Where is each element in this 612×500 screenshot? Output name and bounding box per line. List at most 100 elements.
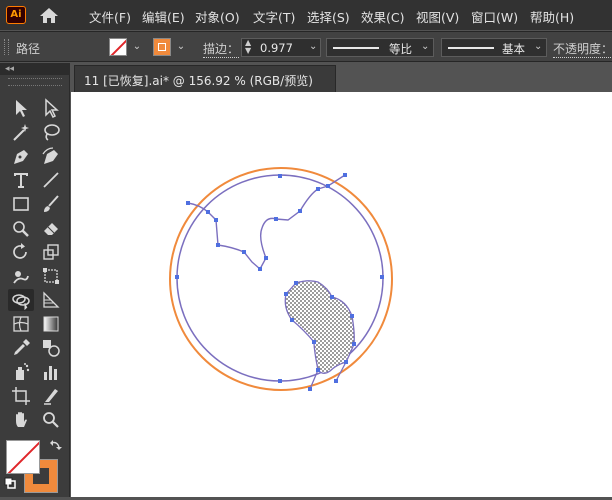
shaper-icon	[13, 221, 29, 237]
artboard-tool[interactable]	[8, 385, 34, 407]
menu-view[interactable]: 视图(V)	[416, 7, 459, 26]
chevron-down-icon: ⌄	[534, 41, 543, 52]
paintbrush-tool[interactable]	[38, 193, 64, 215]
line-segment-tool[interactable]	[38, 169, 64, 191]
slice-tool[interactable]	[38, 385, 64, 407]
hand-tool[interactable]	[8, 409, 34, 431]
tools-panel-collapse[interactable]: ◂◂	[0, 63, 70, 75]
outer-orange-circle[interactable]	[169, 167, 393, 391]
stroke-weight-dropdown-icon[interactable]: ⌄	[309, 41, 317, 52]
shape-builder-icon	[12, 294, 30, 310]
document-tab-bar: 11 [已恢复].ai* @ 156.92 % (RGB/预览)	[71, 63, 612, 92]
zoom-tool[interactable]	[38, 409, 64, 431]
stroke-weight-label[interactable]: 描边：	[203, 40, 240, 58]
scale-tool[interactable]	[38, 241, 64, 263]
eyedropper-icon	[14, 339, 30, 355]
selection-type-label: 路径	[16, 42, 41, 56]
menu-bar: Ai 文件(F) 编辑(E) 对象(O) 文字(T) 选择(S) 效果(C) 视…	[0, 0, 612, 30]
eyedropper-tool[interactable]	[8, 337, 34, 359]
none-fill-icon	[7, 441, 39, 473]
default-fill-stroke-icon[interactable]	[4, 477, 16, 489]
symbol-sprayer-icon	[16, 363, 30, 380]
variable-width-profile-value: 等比	[389, 42, 412, 56]
menu-select[interactable]: 选择(S)	[307, 7, 350, 26]
document-tab[interactable]: 11 [已恢复].ai* @ 156.92 % (RGB/预览)	[74, 65, 336, 92]
control-bar-grip[interactable]	[4, 39, 9, 55]
south-continent-shape[interactable]	[284, 280, 355, 374]
menu-object[interactable]: 对象(O)	[195, 7, 240, 26]
eraser-tool[interactable]	[38, 217, 64, 239]
rotate-icon	[13, 243, 27, 259]
home-icon[interactable]	[38, 6, 60, 24]
fill-color-box[interactable]	[6, 440, 40, 474]
brush-preview-line	[448, 47, 494, 49]
app-logo: Ai	[6, 6, 26, 24]
slice-icon	[44, 389, 58, 405]
symbol-sprayer-tool[interactable]	[8, 361, 34, 383]
scale-icon	[43, 244, 59, 260]
stepper-arrows-icon[interactable]: ▲ ▼	[245, 39, 251, 55]
fill-swatch[interactable]	[109, 38, 127, 56]
direct-selection-tool[interactable]	[38, 97, 64, 119]
direct-selection-tool-icon	[45, 98, 59, 118]
fill-dropdown-arrow[interactable]: ⌄	[131, 41, 143, 53]
brush-definition-select[interactable]: 基本 ⌄	[441, 38, 547, 57]
magic-wand-icon	[13, 124, 29, 141]
stroke-weight-stepper[interactable]: ▲ ▼ 0.977 ⌄	[241, 38, 321, 57]
menu-file[interactable]: 文件(F)	[89, 7, 131, 26]
document-tab-title: 11 [已恢复].ai* @ 156.92 % (RGB/预览)	[84, 74, 313, 88]
variable-width-profile-select[interactable]: 等比 ⌄	[326, 38, 434, 57]
tools-panel: ◂◂	[0, 63, 70, 497]
puppet-warp-icon	[13, 271, 29, 284]
puppet-warp-tool[interactable]	[8, 265, 34, 287]
paintbrush-icon	[44, 195, 59, 212]
menu-help[interactable]: 帮助(H)	[530, 7, 574, 26]
gradient-tool[interactable]	[38, 313, 64, 335]
menu-type[interactable]: 文字(T)	[253, 7, 295, 26]
lasso-icon	[44, 124, 60, 141]
artwork[interactable]	[71, 92, 612, 497]
menu-window[interactable]: 窗口(W)	[471, 7, 518, 26]
artboard-icon	[12, 387, 30, 405]
magic-wand-tool[interactable]	[8, 121, 34, 143]
swap-fill-stroke-icon[interactable]	[48, 439, 62, 453]
curvature-icon	[42, 147, 58, 164]
brush-definition-value: 基本	[502, 42, 525, 56]
control-bar: 路径 ⌄ ⌄ 描边： ▲ ▼ 0.977 ⌄ 等比 ⌄ 基本 ⌄ 不透明度：	[0, 31, 612, 62]
shape-builder-tool[interactable]	[8, 289, 34, 311]
eraser-icon	[44, 223, 58, 235]
opacity-label[interactable]: 不透明度：	[553, 40, 612, 58]
blend-tool[interactable]	[38, 337, 64, 359]
lasso-tool[interactable]	[38, 121, 64, 143]
stroke-dropdown-arrow[interactable]: ⌄	[175, 41, 187, 53]
mesh-icon	[13, 316, 29, 332]
shaper-tool[interactable]	[8, 217, 34, 239]
chevron-down-icon: ⌄	[421, 41, 430, 52]
rotate-tool[interactable]	[8, 241, 34, 263]
hand-icon	[16, 412, 27, 427]
rectangle-icon	[13, 197, 29, 211]
profile-preview-line	[333, 47, 379, 49]
tools-panel-grip[interactable]	[8, 78, 62, 86]
rectangle-tool[interactable]	[8, 193, 34, 215]
menu-effect[interactable]: 效果(C)	[361, 7, 404, 26]
column-graph-icon	[44, 366, 57, 380]
menu-edit[interactable]: 编辑(E)	[142, 7, 185, 26]
perspective-grid-tool[interactable]	[38, 289, 64, 311]
stroke-swatch[interactable]	[153, 38, 171, 56]
curvature-tool[interactable]	[38, 145, 64, 167]
line-segment-icon	[43, 172, 59, 188]
south-path-tail-left[interactable]	[309, 369, 319, 390]
selection-tool[interactable]	[8, 97, 34, 119]
pen-tool[interactable]	[8, 145, 34, 167]
column-graph-tool[interactable]	[38, 361, 64, 383]
pen-icon	[14, 150, 28, 164]
north-continent-path[interactable]	[187, 174, 346, 271]
blend-icon	[43, 340, 60, 357]
mesh-tool[interactable]	[8, 313, 34, 335]
free-transform-tool[interactable]	[38, 265, 64, 287]
gradient-icon	[43, 316, 59, 332]
artboard-canvas[interactable]	[71, 92, 612, 497]
stroke-weight-value[interactable]: 0.977	[260, 41, 293, 55]
type-tool[interactable]	[8, 169, 34, 191]
